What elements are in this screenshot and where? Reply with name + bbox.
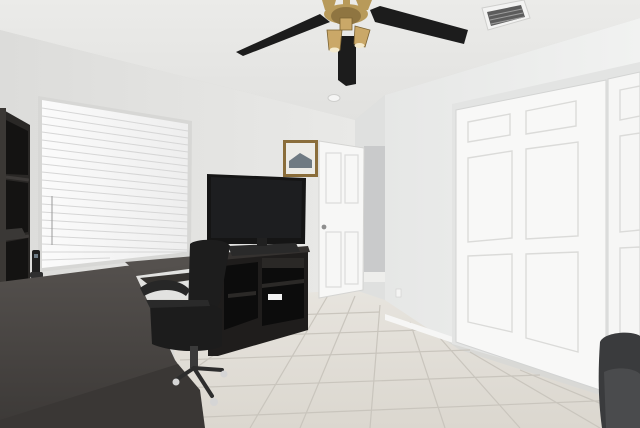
smoke-detector xyxy=(327,94,341,102)
wall-outlet xyxy=(395,288,402,298)
framed-picture xyxy=(283,140,318,177)
bedroom-door xyxy=(318,140,365,299)
window-blinds xyxy=(38,96,192,272)
armchair xyxy=(598,332,640,428)
room-photo xyxy=(0,0,640,428)
